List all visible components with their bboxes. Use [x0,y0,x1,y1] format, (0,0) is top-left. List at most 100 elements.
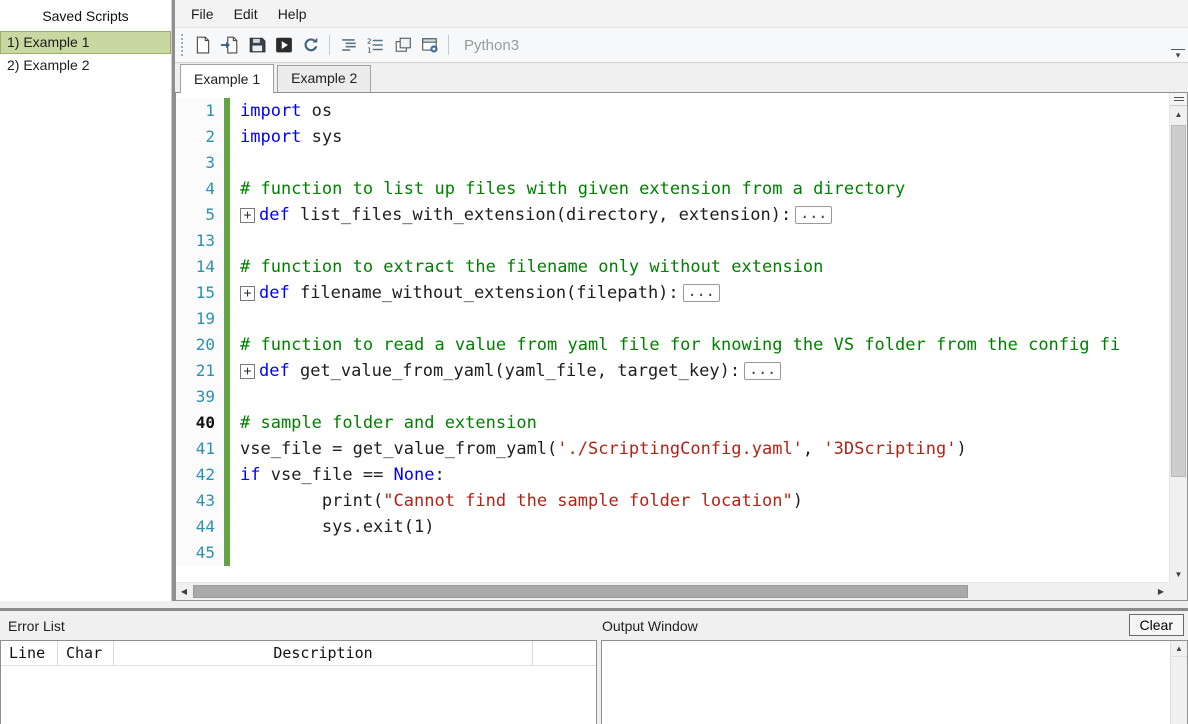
menu-edit[interactable]: Edit [224,3,268,25]
line-number: 39 [176,384,224,410]
code-text: # function to extract the filename only … [240,257,824,277]
collapsed-code-icon[interactable]: ... [795,206,833,224]
menu-bar: File Edit Help [175,0,1188,27]
code-line[interactable]: 39 [176,384,1169,410]
output-scrollbar[interactable]: ▲ [1170,641,1187,724]
bottom-region: Error List Output Window Clear Line Char D… [0,611,1188,724]
horizontal-scrollbar[interactable]: ◀ ▶ [176,582,1169,600]
line-number: 45 [176,540,224,566]
collapsed-code-icon[interactable]: ... [744,362,782,380]
clear-button[interactable]: Clear [1128,614,1184,636]
line-number: 14 [176,254,224,280]
code-line[interactable]: 44 sys.exit(1) [176,514,1169,540]
toolbar-overflow-button[interactable]: ▾ [1171,49,1185,60]
code-text: # function to list up files with given e… [240,179,906,199]
save-script-icon[interactable] [243,32,270,59]
line-number: 44 [176,514,224,540]
error-col-line: Line [1,641,58,665]
vertical-scrollbar[interactable]: ▲ ▼ [1169,93,1187,582]
code-line[interactable]: 40 # sample folder and extension [176,410,1169,436]
reload-script-icon[interactable] [297,32,324,59]
code-line[interactable]: 1 import os [176,98,1169,124]
tab-example-2[interactable]: Example 2 [277,65,372,92]
code-text: sys.exit(1) [240,517,435,537]
line-number: 5 [176,202,224,228]
code-area[interactable]: 1 import os 2 import sys 3 4 # function to lis… [176,93,1169,582]
bottom-panel-headers: Error List Output Window Clear [0,611,1188,640]
scroll-left-icon[interactable]: ◀ [176,583,192,600]
output-window-title: Output Window [602,618,698,634]
code-text: if vse_file == None: [240,465,445,485]
line-number: 13 [176,228,224,254]
menu-file[interactable]: File [181,3,224,25]
saved-script-item[interactable]: 1) Example 1 [0,31,171,54]
code-line[interactable]: 42 if vse_file == None: [176,462,1169,488]
horizontal-scroll-thumb[interactable] [193,585,968,598]
bottom-panels: Line Char Description ▲ [0,640,1188,724]
line-number: 4 [176,176,224,202]
code-line[interactable]: 21 + def get_value_from_yaml(yaml_file, ta… [176,358,1169,384]
collapsed-code-icon[interactable]: ... [682,284,720,302]
fold-expand-icon[interactable]: + [240,208,255,223]
line-number: 1 [176,98,224,124]
saved-scripts-list: 1) Example 1 2) Example 2 [0,31,171,77]
error-list-panel[interactable]: Line Char Description [0,640,597,724]
toolbar-grip[interactable] [180,33,185,57]
code-text: + def list_files_with_extension(directory… [230,202,833,228]
tab-example-1[interactable]: Example 1 [180,64,275,93]
code-line[interactable]: 3 [176,150,1169,176]
line-number: 41 [176,436,224,462]
output-window-panel[interactable]: ▲ [601,640,1188,724]
code-line[interactable]: 45 [176,540,1169,566]
saved-scripts-title: Saved Scripts [42,8,129,24]
line-number: 40 [176,410,224,436]
word-wrap-icon[interactable] [335,32,362,59]
line-number: 2 [176,124,224,150]
code-line[interactable]: 4 # function to list up files with given … [176,176,1169,202]
scroll-up-icon[interactable]: ▲ [1170,106,1187,122]
toolbar-separator [448,35,449,55]
scroll-down-icon[interactable]: ▼ [1170,566,1187,582]
scroll-right-icon[interactable]: ▶ [1153,583,1169,600]
code-line[interactable]: 14 # function to extract the filename onl… [176,254,1169,280]
output-scroll-up-icon[interactable]: ▲ [1171,641,1187,657]
code-line[interactable]: 2 import sys [176,124,1169,150]
line-number: 15 [176,280,224,306]
code-line[interactable]: 15 + def filename_without_extension(filepa… [176,280,1169,306]
line-number: 20 [176,332,224,358]
code-line[interactable]: 41 vse_file = get_value_from_yaml('./Scri… [176,436,1169,462]
code-text: # sample folder and extension [240,413,537,433]
code-editor[interactable]: 1 import os 2 import sys 3 4 # function to lis… [175,92,1188,601]
code-line[interactable]: 5 + def list_files_with_extension(director… [176,202,1169,228]
saved-scripts-panel: Saved Scripts 1) Example 1 2) Example 2 [0,0,171,601]
import-script-icon[interactable] [216,32,243,59]
error-list-header: Line Char Description [1,641,596,666]
editor-split-handle[interactable] [1170,93,1187,106]
script-settings-icon[interactable] [416,32,443,59]
new-script-icon[interactable] [189,32,216,59]
code-line[interactable]: 43 print("Cannot find the sample folder … [176,488,1169,514]
svg-text:1: 1 [367,45,371,54]
line-numbers-icon[interactable]: 21 [362,32,389,59]
code-line[interactable]: 19 [176,306,1169,332]
code-line[interactable]: 20 # function to read a value from yaml f… [176,332,1169,358]
script-editor-window: Saved Scripts 1) Example 1 2) Example 2 F… [0,0,1188,724]
run-script-icon[interactable] [270,32,297,59]
toolbar: 21 Python3 ▾ [175,27,1188,63]
saved-script-item[interactable]: 2) Example 2 [0,54,171,77]
code-text: import sys [240,127,343,147]
duplicate-window-icon[interactable] [389,32,416,59]
vertical-scroll-thumb[interactable] [1171,125,1186,477]
code-text: + def get_value_from_yaml(yaml_file, targ… [230,358,782,384]
code-text: # function to read a value from yaml fil… [240,335,1121,355]
code-line[interactable]: 13 [176,228,1169,254]
fold-expand-icon[interactable]: + [240,286,255,301]
horizontal-splitter[interactable] [0,601,1188,611]
fold-expand-icon[interactable]: + [240,364,255,379]
menu-help[interactable]: Help [268,3,317,25]
line-number: 21 [176,358,224,384]
line-number: 3 [176,150,224,176]
